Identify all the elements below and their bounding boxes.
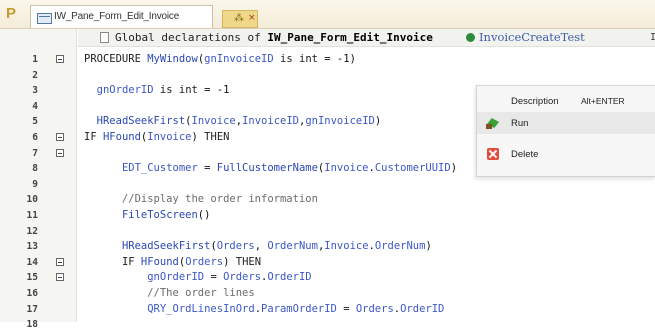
code-text: IF HFound(Invoice) THEN [84,131,230,143]
code-line[interactable]: 15 gnOrderID = Orders.OrderID [0,270,655,286]
tab-label: IW_Pane_Form_Edit_Invoice [54,11,180,22]
run-menu-item[interactable]: Run [477,112,655,134]
delete-icon [487,148,499,160]
code-text: FileToScreen() [121,209,211,221]
line-number: 18 [26,319,38,331]
line-number: 11 [26,210,38,221]
fold-toggle-icon[interactable] [56,257,64,266]
line-number: 17 [26,303,38,315]
line-number: 4 [32,100,38,112]
declaration-header: Global declarations of IW_Pane_Form_Edit… [78,29,655,47]
run-icon-base [486,124,492,129]
window-icon [37,13,52,24]
code-text: //The order lines [84,287,255,299]
code-line[interactable]: 17 QRY_OrdLinesInOrd.ParamOrderID = Orde… [0,302,655,318]
code-line[interactable]: 1 PROCEDURE MyWindow(gnInvoiceID is int =… [0,52,655,68]
code-line[interactable]: 16 //The order lines [0,286,655,302]
code-line[interactable]: 14 IF HFound(Orders) THEN [0,255,655,271]
code-text: QRY_OrdLinesInOrd.ParamOrderID = Orders.… [147,302,445,315]
code-text: IF HFound(Orders) THEN [121,255,262,268]
tab-iw-pane-form-edit-invoice[interactable]: IW_Pane_Form_Edit_Invoice [30,5,213,28]
line-number: 15 [26,272,38,284]
code-line[interactable]: 13 HReadSeekFirst(Orders, OrderNum,Invoi… [0,239,655,255]
pin-icon: ⁂ [234,13,244,24]
code-text: PROCEDURE MyWindow(gnInvoiceID is int = … [84,53,356,65]
document-icon [100,32,109,43]
tab-strip: P IW_Pane_Form_Edit_Invoice ⁂ × [0,0,655,29]
delete-menu-item[interactable]: Delete [477,144,655,166]
code-text: //Display the order information [84,193,318,206]
line-number: 6 [32,132,38,143]
line-number: 14 [26,256,38,268]
tab-secondary[interactable]: ⁂ × [222,10,258,28]
code-text: gnOrderID is int = -1 [96,84,230,97]
line-number: 13 [26,241,38,253]
test-name-link[interactable]: InvoiceCreateTest [479,29,585,46]
fold-toggle-icon[interactable] [56,148,64,157]
line-number: 2 [32,69,38,81]
code-text: HReadSeekFirst(Invoice,InvoiceID,gnInvoi… [96,115,382,128]
delete-label: Delete [511,149,539,160]
code-line[interactable]: 9 [0,177,655,193]
code-text: gnOrderID = Orders.OrderID [147,271,312,284]
code-text: HReadSeekFirst(Orders, OrderNum,Invoice.… [121,240,432,253]
close-icon[interactable]: × [248,13,256,23]
description-shortcut: Alt+ENTER [581,96,625,106]
code-line[interactable]: 10 //Display the order information [0,192,655,208]
code-line[interactable]: 2 [0,68,655,84]
code-line[interactable]: 12 [0,224,655,240]
app-logo: P [6,5,17,22]
line-number: 1 [32,54,38,65]
code-editor[interactable]: Global declarations of IW_Pane_Form_Edit… [0,29,655,330]
test-status-icon [466,33,475,42]
line-number: 5 [32,116,38,128]
line-number: 12 [26,225,38,237]
fold-toggle-icon[interactable] [56,273,64,282]
declaration-title: Global declarations of IW_Pane_Form_Edit… [115,31,433,44]
line-number: 3 [32,85,38,97]
line-number: 9 [32,178,38,190]
description-menu-item[interactable]: Description [511,96,559,107]
line-number: 8 [32,163,38,175]
code-line[interactable]: 11 FileToScreen() [0,208,655,224]
fold-toggle-icon[interactable] [56,133,64,141]
code-text: EDT_Customer = FullCustomerName(Invoice.… [121,162,458,175]
context-menu: Description Alt+ENTER Run Delete [476,85,655,177]
line-number: 16 [26,288,38,299]
line-number: 10 [26,194,38,206]
fold-toggle-icon[interactable] [56,55,64,63]
line-number: 7 [32,147,38,159]
header-trailing: I [650,32,655,43]
code-line[interactable]: 18 [0,317,655,333]
run-label: Run [511,118,529,129]
